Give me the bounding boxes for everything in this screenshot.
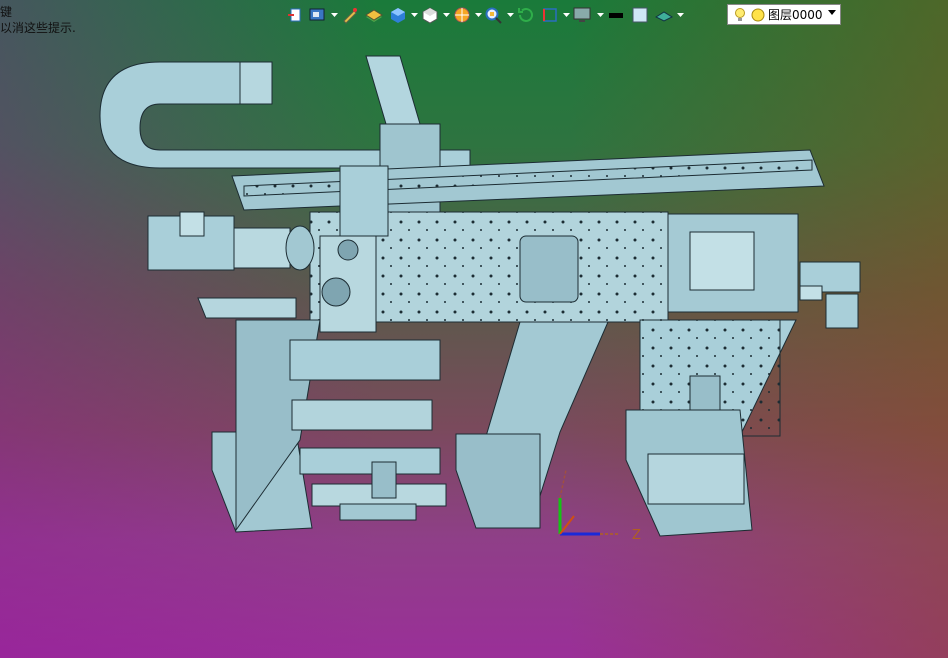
axis-triad: Z bbox=[558, 469, 641, 543]
axis-z-label: Z bbox=[632, 528, 641, 543]
cad-assembly-model[interactable]: Z bbox=[0, 0, 948, 658]
